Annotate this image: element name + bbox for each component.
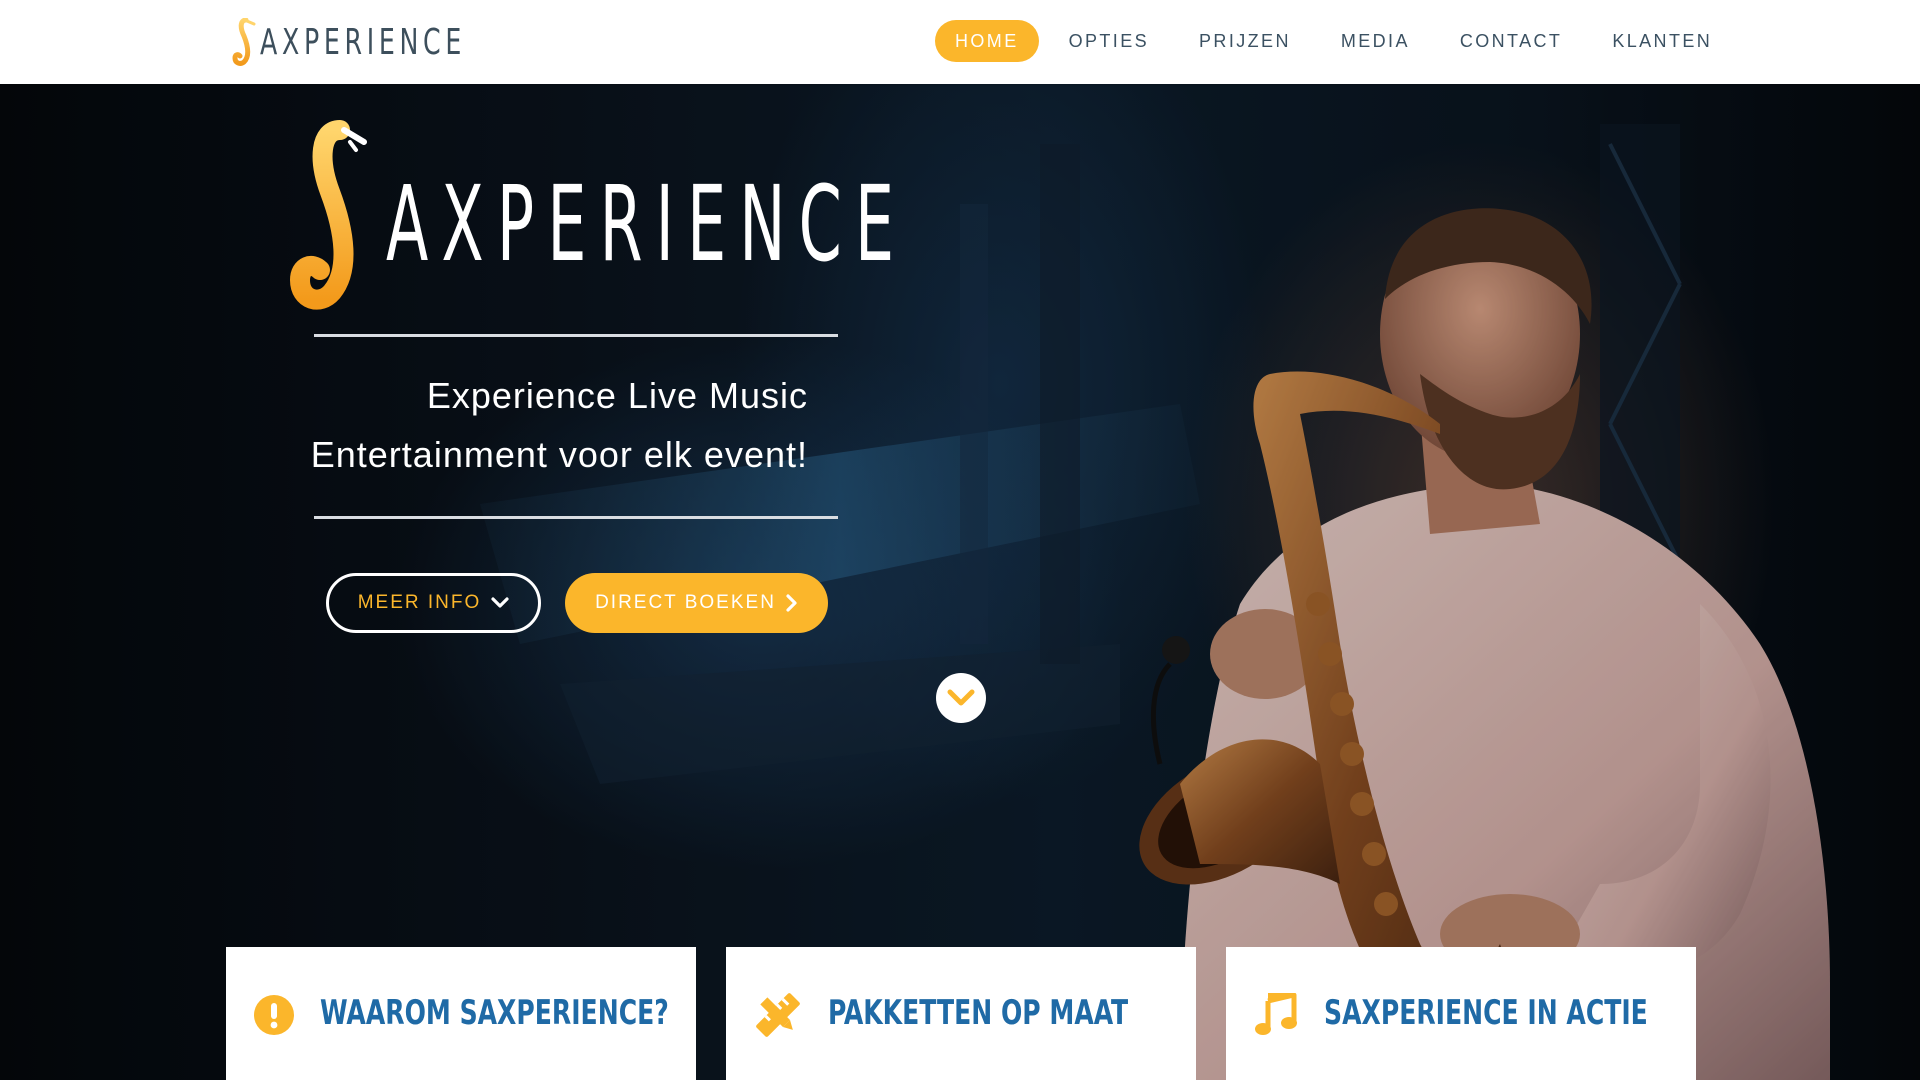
- card-waarom-title: WAAROM SAXPERIENCE?: [320, 993, 669, 1033]
- hero-divider-bottom: [314, 516, 838, 519]
- direct-boeken-label: DIRECT BOEKEN: [595, 592, 776, 613]
- nav-item-media[interactable]: MEDIA: [1321, 20, 1430, 62]
- card-pakketten-title: PAKKETTEN OP MAAT: [828, 993, 1129, 1033]
- nav-item-opties[interactable]: OPTIES: [1049, 20, 1169, 62]
- chevron-down-circle-icon: [947, 689, 975, 706]
- hero-tagline-line2: Entertainment voor elk event!: [310, 434, 808, 475]
- hero-title: AXPERIENCE: [386, 163, 908, 285]
- card-in-actie[interactable]: SAXPERIENCE IN ACTIE: [1226, 947, 1696, 1080]
- hero-section: AXPERIENCE Experience Live Music Enterta…: [0, 84, 1920, 1080]
- nav-item-klanten[interactable]: KLANTEN: [1592, 20, 1732, 62]
- header-logo-text: AXPERIENCE: [260, 21, 467, 63]
- card-in-actie-title: SAXPERIENCE IN ACTIE: [1324, 993, 1648, 1033]
- hero-saxophone-s-icon: [290, 120, 367, 310]
- meer-info-button[interactable]: MEER INFO: [326, 573, 541, 633]
- site-header: AXPERIENCE HOME OPTIES PRIJZEN MEDIA CON…: [0, 0, 1920, 84]
- hero-background-photo: [0, 84, 1920, 1080]
- nav-item-prijzen[interactable]: PRIJZEN: [1179, 20, 1311, 62]
- saxophone-s-logo-icon: [232, 18, 256, 66]
- exclamation-circle-icon: [254, 991, 294, 1039]
- main-nav: HOME OPTIES PRIJZEN MEDIA CONTACT KLANTE…: [935, 20, 1742, 62]
- card-waarom[interactable]: WAAROM SAXPERIENCE?: [226, 947, 696, 1080]
- chevron-right-icon: [786, 594, 797, 612]
- pencil-ruler-icon: [754, 991, 802, 1039]
- nav-item-home[interactable]: HOME: [935, 20, 1039, 62]
- header-logo[interactable]: AXPERIENCE: [232, 18, 524, 66]
- hero-tagline-line1: Experience Live Music: [426, 375, 808, 416]
- music-note-icon: [1254, 991, 1298, 1039]
- hero-divider-top: [314, 334, 838, 337]
- chevron-down-icon: [491, 597, 509, 608]
- card-pakketten[interactable]: PAKKETTEN OP MAAT: [726, 947, 1196, 1080]
- nav-item-contact[interactable]: CONTACT: [1440, 20, 1582, 62]
- meer-info-label: MEER INFO: [357, 592, 482, 613]
- direct-boeken-button[interactable]: DIRECT BOEKEN: [565, 573, 828, 633]
- scroll-down-button[interactable]: [936, 673, 986, 723]
